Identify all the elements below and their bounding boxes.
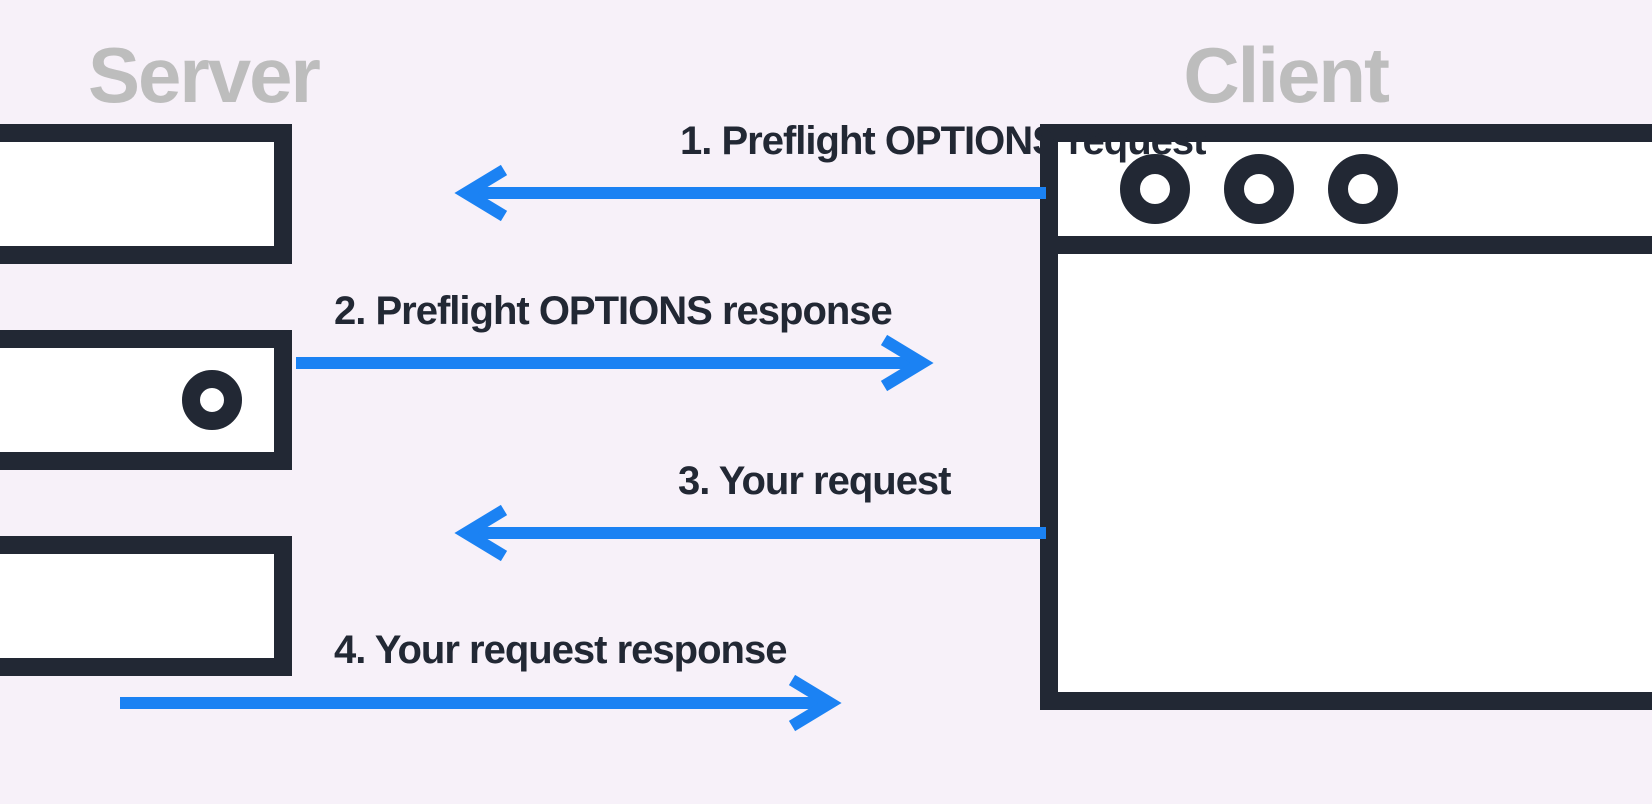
server-stack [0, 124, 292, 742]
arrow-label-2: 2. Preflight OPTIONS response [334, 289, 892, 334]
arrow-3-left-icon [456, 508, 1046, 558]
arrow-label-1: 1. Preflight OPTIONS request [680, 119, 1205, 164]
browser-control-icon [1328, 154, 1398, 224]
server-disk-indicator-icon [182, 370, 242, 430]
server-unit-1 [0, 124, 292, 264]
browser-control-icon [1224, 154, 1294, 224]
server-unit-3 [0, 536, 292, 676]
arrow-label-4: 4. Your request response [334, 628, 786, 673]
browser-control-icon [1120, 154, 1190, 224]
server-unit-2 [0, 330, 292, 470]
server-heading: Server [88, 30, 319, 121]
client-browser [1040, 124, 1652, 710]
arrow-label-3: 3. Your request [678, 459, 951, 504]
arrow-1-left-icon [456, 168, 1046, 218]
arrow-4-right-icon [120, 678, 840, 728]
arrow-2-right-icon [296, 338, 930, 388]
client-heading: Client [1183, 30, 1388, 121]
